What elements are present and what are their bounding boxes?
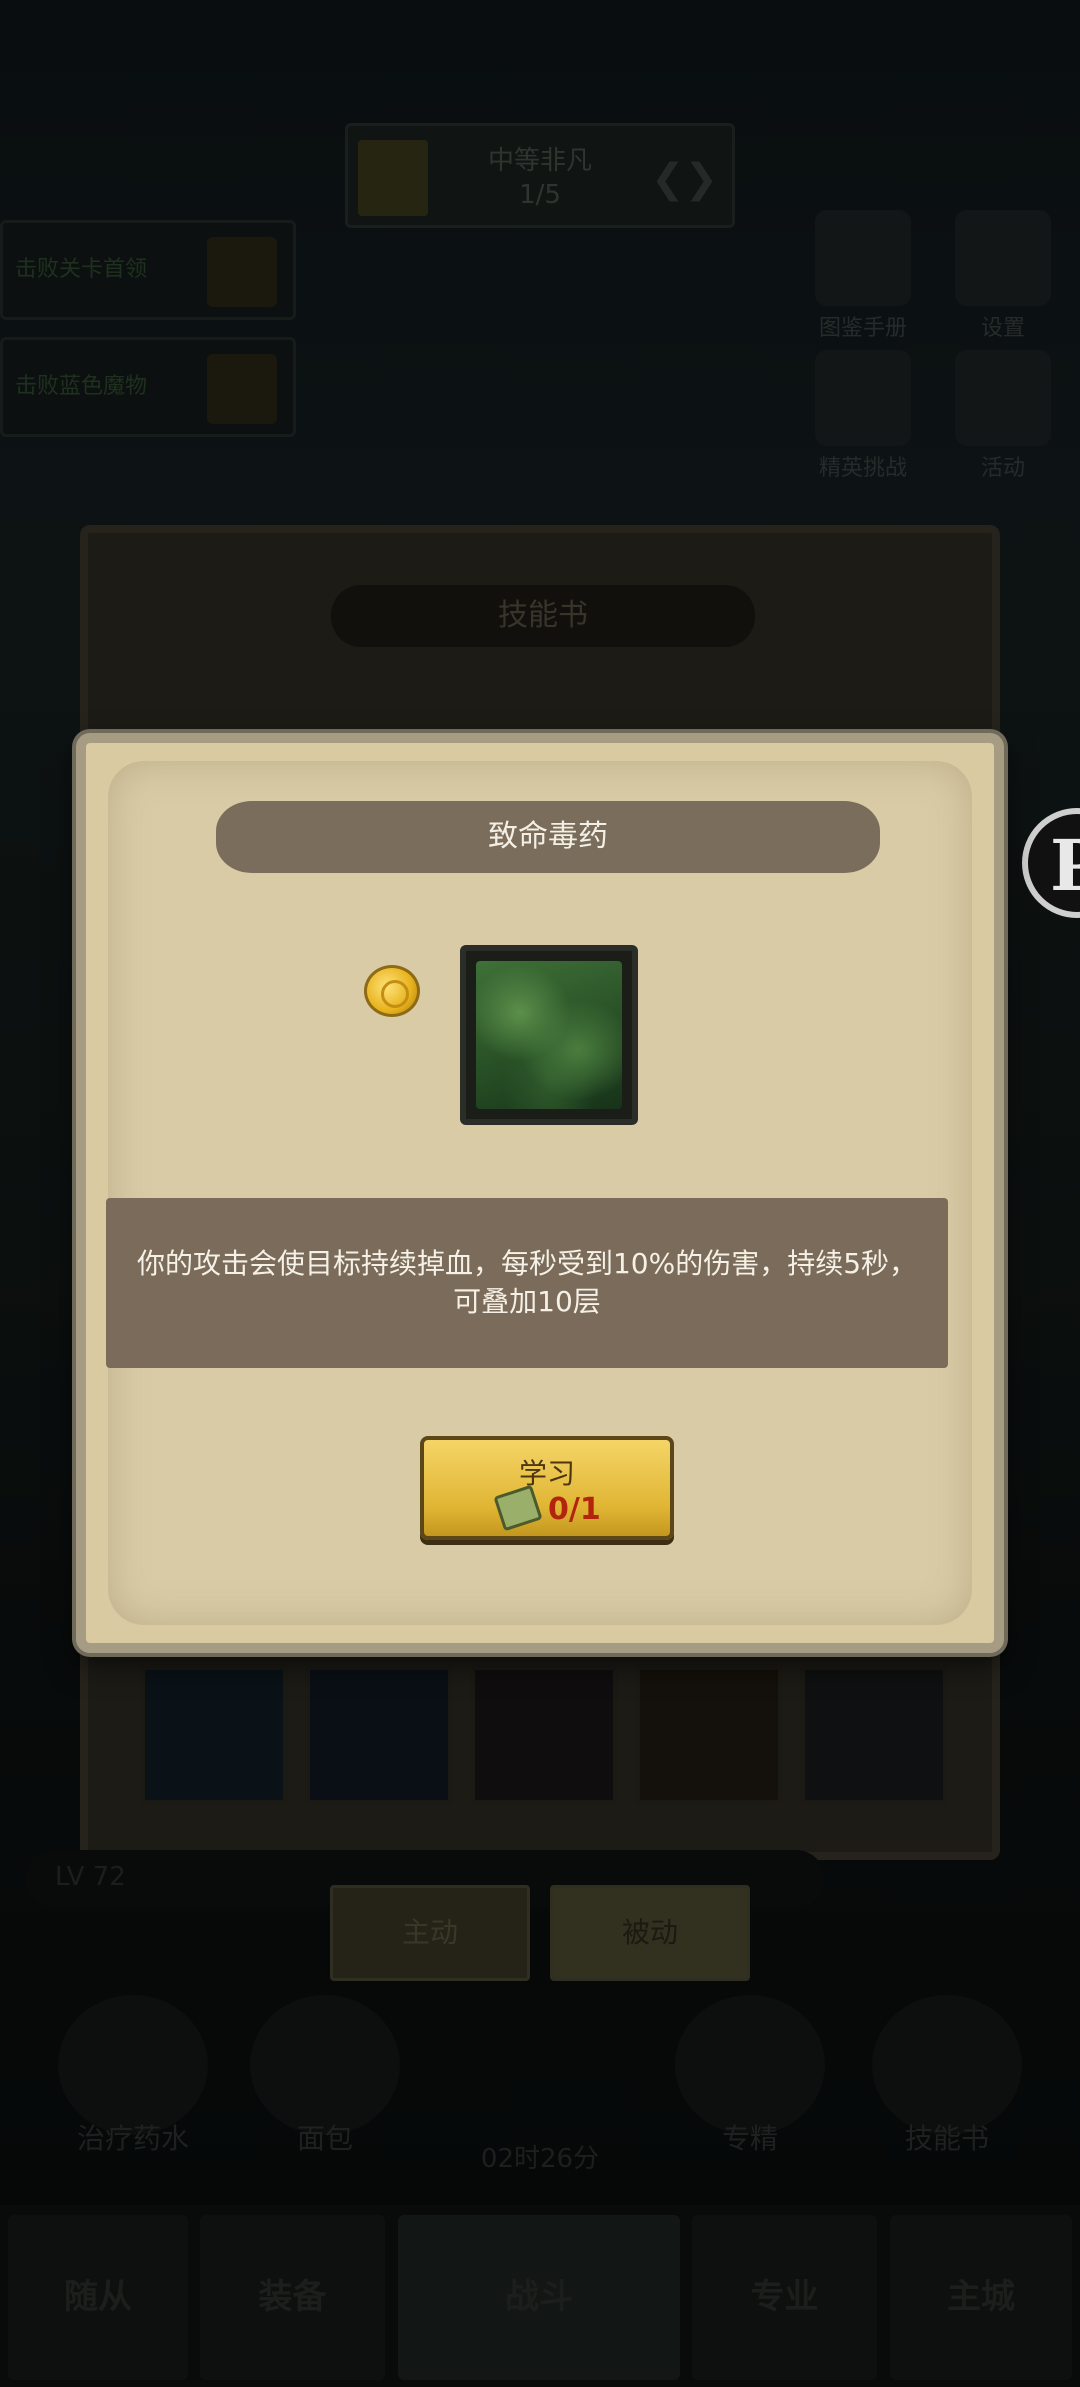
skill-description: 你的攻击会使目标持续掉血，每秒受到10%的伤害，持续5秒，可叠加10层 — [136, 1247, 918, 1318]
learn-label: 学习 — [518, 1457, 575, 1490]
skill-detail-dialog: 致命毒药 你的攻击会使目标持续掉血，每秒受到10%的伤害，持续5秒，可叠加10层… — [76, 733, 1004, 1653]
coin-icon — [364, 965, 420, 1017]
poison-skill-icon — [460, 945, 638, 1125]
poison-art — [476, 961, 622, 1109]
learn-count: 0/1 — [548, 1492, 601, 1527]
skill-description-box: 你的攻击会使目标持续掉血，每秒受到10%的伤害，持续5秒，可叠加10层 — [106, 1198, 948, 1368]
learn-button[interactable]: 学习 0/1 — [420, 1436, 674, 1540]
skill-name: 致命毒药 — [216, 801, 880, 873]
